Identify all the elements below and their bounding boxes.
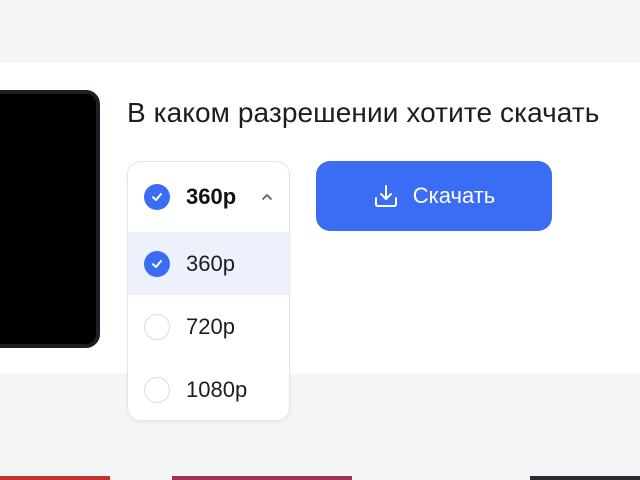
resolution-question: В каком разрешении хотите скачать <box>127 97 600 128</box>
chevron-up-icon[interactable] <box>261 191 273 203</box>
download-icon <box>374 185 397 207</box>
check-icon <box>144 184 170 210</box>
video-thumbnail <box>0 90 100 348</box>
check-icon <box>144 250 170 277</box>
option-label: 360p <box>186 250 235 276</box>
download-button-label: Скачать <box>412 183 496 208</box>
radio-icon <box>144 376 170 403</box>
radio-icon <box>144 313 170 340</box>
resolution-option-720p[interactable]: 720p <box>128 295 289 358</box>
bottom-thumb-edge <box>172 476 352 480</box>
resolution-option-1080p[interactable]: 1080p <box>128 358 289 420</box>
resolution-dropdown[interactable]: 360p 360p 720p 1080p <box>127 161 290 421</box>
resolution-dropdown-header[interactable]: 360p <box>128 162 289 232</box>
bottom-thumb-edge <box>530 476 640 480</box>
bottom-thumb-edge <box>0 476 110 480</box>
download-button[interactable]: Скачать <box>316 161 552 231</box>
option-label: 1080p <box>186 376 248 402</box>
selected-resolution: 360p <box>186 184 237 209</box>
resolution-option-360p[interactable]: 360p <box>128 232 289 295</box>
option-label: 720p <box>186 313 235 339</box>
